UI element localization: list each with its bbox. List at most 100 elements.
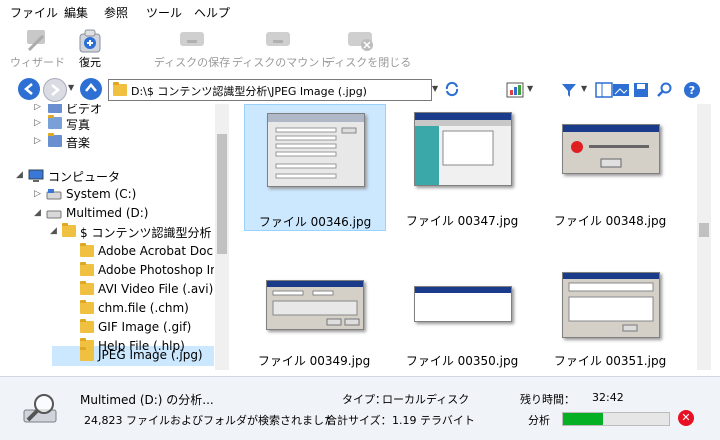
address-bar[interactable]: D:\$ コンテンツ認識型分析\JPEG Image (.jpg) bbox=[108, 79, 432, 101]
tree-item-music[interactable]: ▷ 音楽 bbox=[14, 132, 214, 152]
tree-scrollbar-thumb[interactable] bbox=[217, 134, 227, 254]
dialog-screenshot-icon bbox=[268, 114, 364, 179]
up-arrow-icon bbox=[85, 83, 97, 92]
menu-help[interactable]: ヘルプ bbox=[194, 4, 230, 21]
analysis-progress-bar bbox=[562, 412, 670, 426]
tree-item-system-drive[interactable]: ▷ System (C:) bbox=[14, 185, 214, 205]
analysis-label: 分析 bbox=[528, 414, 550, 427]
file-thumbnail[interactable]: ファイル 00348.jpg bbox=[540, 104, 680, 229]
folder-icon bbox=[80, 262, 94, 276]
tree-item-folder-selected[interactable]: JPEG Image (.jpg) bbox=[14, 346, 214, 366]
form-dialog-icon bbox=[563, 273, 659, 332]
save-icon[interactable] bbox=[632, 81, 650, 99]
address-path: D:\$ コンテンツ認識型分析\JPEG Image (.jpg) bbox=[131, 85, 367, 98]
status-bar bbox=[0, 376, 720, 440]
mount-disk-button[interactable]: ディスクのマウント bbox=[232, 24, 330, 72]
tree-item-folder[interactable]: Adobe Acrobat Documer bbox=[14, 242, 214, 262]
file-thumbnail[interactable]: ファイル 00351.jpg bbox=[540, 244, 680, 369]
filter-dropdown-icon[interactable]: ▼ bbox=[581, 84, 587, 93]
thumbnail-image bbox=[267, 113, 365, 187]
svg-text:?: ? bbox=[689, 84, 695, 97]
cancel-analysis-button[interactable]: ✕ bbox=[678, 410, 694, 426]
thumbnail-image bbox=[414, 286, 512, 322]
close-disk-button[interactable]: ディスクを閉じる bbox=[324, 24, 411, 72]
wizard-icon bbox=[27, 30, 45, 52]
computer-icon bbox=[28, 169, 44, 182]
toolbar: ウィザード 復元 ディスクの保存 ディスクのマウント ディスクを閉じる bbox=[0, 22, 720, 74]
forward-arrow-icon bbox=[51, 84, 60, 96]
menu-bar: ファイル 編集 参照 ツール ヘルプ bbox=[0, 0, 720, 23]
tree-item-computer[interactable]: ◢ コンピュータ bbox=[14, 166, 214, 186]
size-label: 合計サイズ： bbox=[326, 414, 392, 427]
menu-edit[interactable]: 編集 bbox=[64, 4, 88, 21]
drive-icon bbox=[46, 210, 62, 219]
folder-icon bbox=[80, 319, 94, 333]
columns-icon[interactable] bbox=[595, 81, 613, 99]
history-dropdown-icon[interactable]: ▼ bbox=[68, 83, 74, 92]
folder-icon bbox=[80, 300, 94, 314]
up-button[interactable] bbox=[80, 78, 102, 100]
remaining-value: 32:42 bbox=[592, 391, 624, 404]
expand-arrow-icon: ▷ bbox=[34, 136, 41, 146]
filter-icon[interactable] bbox=[560, 81, 578, 99]
tree-item-multimed-drive[interactable]: ◢ Multimed (D:) bbox=[14, 204, 214, 224]
back-button[interactable] bbox=[18, 78, 40, 100]
video-folder-icon bbox=[48, 104, 62, 113]
address-dropdown-icon[interactable]: ▼ bbox=[432, 84, 438, 93]
address-row: ▼ D:\$ コンテンツ認識型分析\JPEG Image (.jpg) ▼ ▼ … bbox=[0, 74, 720, 104]
forward-button[interactable] bbox=[43, 78, 67, 102]
back-arrow-icon bbox=[24, 83, 33, 95]
music-folder-icon bbox=[48, 133, 62, 147]
disk-save-icon bbox=[180, 32, 204, 46]
tree-item-folder[interactable]: Adobe Photoshop Image bbox=[14, 261, 214, 281]
thumbnail-image bbox=[266, 280, 364, 330]
tree-item-photos[interactable]: ▷ 写真 bbox=[14, 114, 214, 134]
help-icon[interactable]: ? bbox=[683, 81, 701, 99]
image-preview-icon[interactable] bbox=[612, 81, 630, 99]
progress-fill bbox=[563, 413, 604, 425]
file-thumbnail[interactable]: ファイル 00347.jpg bbox=[392, 104, 532, 229]
file-thumbnail[interactable]: ファイル 00350.jpg bbox=[392, 244, 532, 369]
disk-mount-icon bbox=[266, 32, 290, 46]
menu-tools[interactable]: ツール bbox=[146, 4, 182, 21]
thumbnail-image bbox=[562, 272, 660, 338]
file-thumbnail[interactable]: ファイル 00346.jpg bbox=[244, 104, 386, 231]
disk-close-icon bbox=[348, 32, 373, 51]
folder-icon bbox=[62, 223, 76, 237]
tree-item-folder[interactable]: chm.file (.chm) bbox=[14, 299, 214, 319]
menu-file[interactable]: ファイル bbox=[10, 4, 58, 21]
restore-button[interactable]: 復元 bbox=[68, 24, 112, 72]
folder-icon bbox=[80, 347, 94, 361]
folder-tree: ▷ ビデオ ▷ 写真 ▷ 音楽 ◢ コンピュータ ▷ System (C:) ◢… bbox=[14, 104, 214, 370]
magnifier-drive-icon bbox=[23, 394, 57, 423]
expand-arrow-icon: ▷ bbox=[34, 118, 41, 128]
wizard-button[interactable]: ウィザード bbox=[10, 24, 65, 72]
file-thumbnail[interactable]: ファイル 00349.jpg bbox=[244, 244, 384, 369]
menu-view[interactable]: 参照 bbox=[104, 4, 128, 21]
tree-item-folder[interactable]: GIF Image (.gif) bbox=[14, 318, 214, 338]
photos-folder-icon bbox=[48, 115, 62, 129]
content-scrollbar[interactable] bbox=[697, 104, 711, 370]
blank-window-icon bbox=[415, 287, 511, 293]
view-chart-icon[interactable] bbox=[506, 81, 524, 99]
refresh-icon[interactable] bbox=[444, 81, 460, 97]
save-disk-button[interactable]: ディスクの保存 bbox=[152, 24, 232, 72]
analyzing-text: Multimed (D:) の分析... bbox=[80, 393, 214, 407]
size-value: 1.19 テラバイト bbox=[392, 414, 475, 427]
close-icon: ✕ bbox=[681, 411, 691, 424]
properties-dialog-icon bbox=[267, 281, 363, 326]
file-grid: ファイル 00346.jpg ファイル 00347.jpg ファイル 00348… bbox=[232, 104, 697, 370]
folder-icon bbox=[113, 82, 127, 96]
tree-item-folder[interactable]: AVI Video File (.avi) bbox=[14, 280, 214, 300]
folder-icon bbox=[80, 243, 94, 257]
error-dialog-icon bbox=[563, 125, 659, 168]
type-value: ローカルディスク bbox=[382, 393, 470, 406]
tree-item-content-analysis[interactable]: ◢ $ コンテンツ認識型分析 bbox=[14, 222, 214, 242]
restore-icon bbox=[79, 29, 101, 53]
thumbnail-image bbox=[562, 124, 660, 174]
search-icon[interactable] bbox=[656, 81, 674, 99]
content-scrollbar-thumb[interactable] bbox=[699, 223, 709, 237]
found-count-text: 24,823 ファイルおよびフォルダが検索されました bbox=[84, 414, 335, 427]
collapse-arrow-icon: ◢ bbox=[50, 226, 57, 236]
view-dropdown-icon[interactable]: ▼ bbox=[527, 84, 533, 93]
